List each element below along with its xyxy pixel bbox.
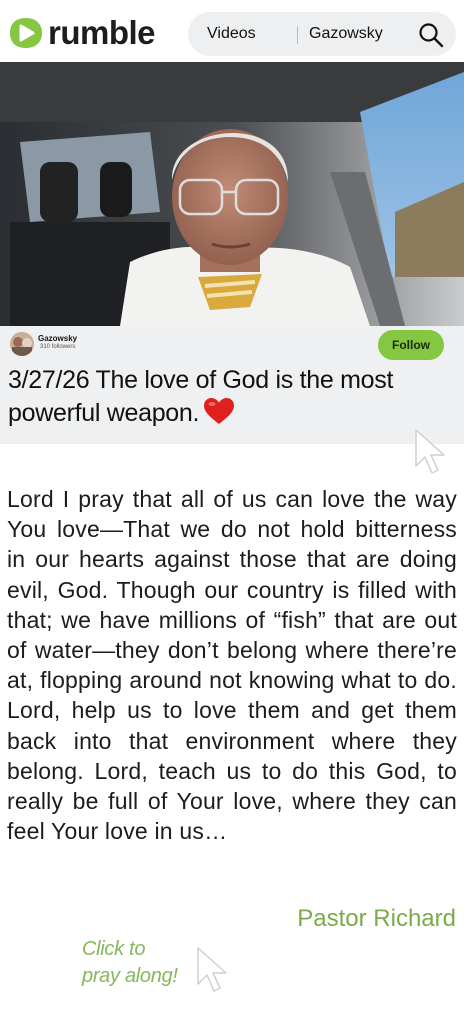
cta-line-1: Click to [82,938,146,960]
search-icon[interactable] [418,22,444,48]
logo-wordmark: rumble [48,14,156,51]
heart-icon [204,398,235,425]
nav-bar: Videos Gazowsky [188,12,456,56]
video-title-block: 3/27/26 The love of God is the most powe… [8,364,448,430]
nav-divider [297,26,298,44]
nav-channel-link[interactable]: Gazowsky [309,25,383,43]
cta-line-2: pray along! [82,965,178,987]
follower-count: 310 followers [40,344,76,350]
avatar-image [10,332,34,356]
pointer-cursor-icon-bottom [197,947,227,992]
video-info-panel: Gazowsky 310 followers Follow 3/27/26 Th… [0,326,464,444]
channel-name[interactable]: Gazowsky [38,334,77,343]
pray-along-link[interactable]: Click to pray along! [82,936,178,990]
rumble-logo[interactable]: rumble [8,14,156,52]
site-header: rumble Videos Gazowsky [0,0,464,62]
video-player[interactable] [0,62,464,326]
prayer-text: Lord I pray that all of us can love the … [7,486,457,845]
avatar[interactable] [10,332,34,356]
pointer-cursor-icon [415,429,445,474]
nav-videos-link[interactable]: Videos [207,25,256,43]
video-title: 3/27/26 The love of God is the most powe… [8,366,394,427]
signature: Pastor Richard [297,905,456,932]
rumble-play-icon [10,18,42,48]
follow-button[interactable]: Follow [378,330,444,360]
video-frame [0,62,464,326]
